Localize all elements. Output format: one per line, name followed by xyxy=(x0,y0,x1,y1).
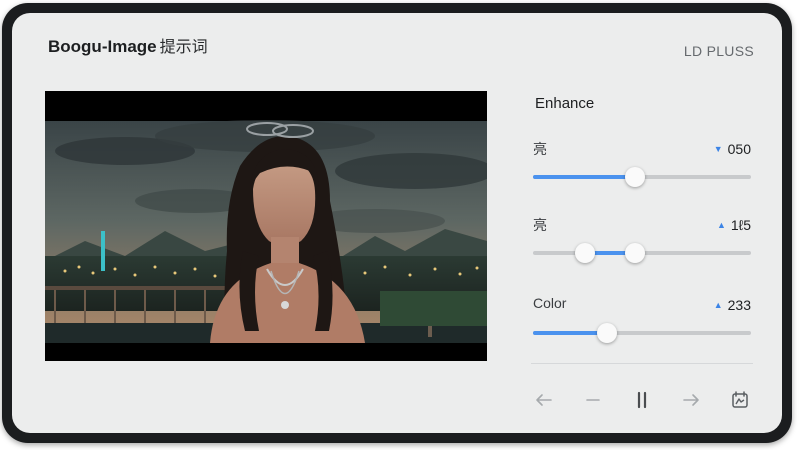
pause-button[interactable] xyxy=(629,387,655,413)
image-preview xyxy=(45,91,487,361)
app-screen: Boogu-Image 提示词 LD PLUSS Enhance 亮 ▼ 050… xyxy=(12,13,782,433)
slider-thumb-end[interactable] xyxy=(625,243,646,263)
adjustment-value-text: 1ℓ5 xyxy=(730,217,751,233)
playback-controls xyxy=(531,387,753,413)
minus-button[interactable] xyxy=(580,387,606,413)
adjustment-value: ▲ 1ℓ5 xyxy=(717,217,751,233)
compare-icon xyxy=(732,391,748,408)
slider-fill xyxy=(533,331,608,335)
adjustment-brightness: 亮 ▼ 050 xyxy=(531,139,753,189)
adjustment-brightness-range: 亮 ▲ 1ℓ5 xyxy=(531,215,753,265)
panel-title: Enhance xyxy=(535,95,595,112)
forward-arrow-icon xyxy=(683,394,699,406)
slider-thumb-start[interactable] xyxy=(575,243,596,263)
adjustment-value: ▲ 233 xyxy=(714,297,751,313)
slider-fill xyxy=(533,175,636,179)
down-arrow-icon: ▼ xyxy=(713,144,723,154)
app-title: Boogu-Image 提示词 xyxy=(48,33,208,57)
enhance-panel: Enhance 亮 ▼ 050 亮 ▲ 1ℓ5 Color ▲ 233 xyxy=(531,91,753,411)
adjustment-color: Color ▲ 233 xyxy=(531,295,753,345)
brightness-slider[interactable] xyxy=(533,167,751,187)
slider-thumb[interactable] xyxy=(625,167,646,187)
adjustment-value-text: 050 xyxy=(727,141,751,157)
app-title-suffix: 提示词 xyxy=(159,39,208,56)
minus-icon xyxy=(586,399,600,401)
adjustment-label: 亮 xyxy=(533,141,547,157)
slider-thumb[interactable] xyxy=(597,323,618,343)
brand-label: LD PLUSS xyxy=(683,43,754,59)
compare-button[interactable] xyxy=(727,387,753,413)
app-name: Boogu-Image xyxy=(48,37,157,56)
panel-divider xyxy=(531,363,753,364)
back-button[interactable] xyxy=(531,387,557,413)
back-arrow-icon xyxy=(536,394,552,406)
adjustment-label: 亮 xyxy=(533,217,547,233)
color-slider[interactable] xyxy=(533,323,751,343)
preview-image xyxy=(45,91,487,361)
up-arrow-icon: ▲ xyxy=(716,220,726,230)
device-bezel: Boogu-Image 提示词 LD PLUSS Enhance 亮 ▼ 050… xyxy=(2,3,792,443)
pause-icon xyxy=(637,391,647,409)
adjustment-value-text: 233 xyxy=(727,297,751,313)
adjustment-value: ▼ 050 xyxy=(714,141,751,157)
adjustment-label: Color xyxy=(533,295,567,311)
forward-button[interactable] xyxy=(678,387,704,413)
up-arrow-icon: ▲ xyxy=(713,300,723,310)
brightness-range-slider[interactable] xyxy=(533,243,751,263)
